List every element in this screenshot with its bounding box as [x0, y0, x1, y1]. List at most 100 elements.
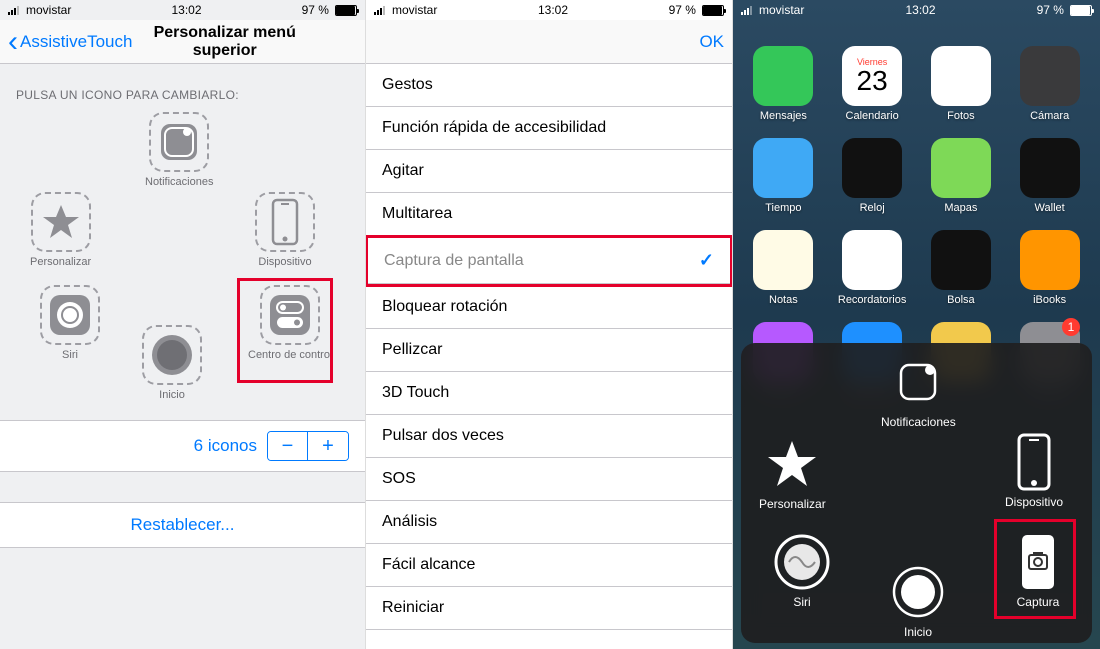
app-label: Tiempo — [741, 202, 826, 214]
ok-button[interactable]: OK — [684, 32, 724, 52]
option-row[interactable]: Bloquear rotación — [366, 286, 732, 329]
grid-item-dispositivo[interactable]: Dispositivo — [255, 192, 315, 268]
app-icon: Viernes23 — [842, 46, 902, 106]
app-icon — [753, 230, 813, 290]
app-label: Mapas — [919, 202, 1004, 214]
app-mensajes[interactable]: Mensajes — [741, 46, 826, 122]
home-screen: movistar 13:02 97 % Mensajes Viernes23 Cal… — [733, 0, 1100, 649]
option-row[interactable]: Fácil alcance — [366, 544, 732, 587]
option-label: Captura de pantalla — [384, 252, 524, 270]
app-icon — [1020, 46, 1080, 106]
battery-icon — [702, 5, 724, 16]
app-icon — [1020, 138, 1080, 198]
highlight-box — [237, 278, 333, 383]
stepper-minus[interactable]: − — [268, 432, 308, 460]
battery-icon — [335, 5, 357, 16]
app-icon — [753, 46, 813, 106]
option-row[interactable]: Análisis — [366, 501, 732, 544]
option-row[interactable]: Reiniciar — [366, 587, 732, 630]
reset-button[interactable]: Restablecer... — [0, 502, 365, 548]
option-label: Función rápida de accesibilidad — [382, 119, 606, 137]
option-row[interactable]: 3D Touch — [366, 372, 732, 415]
icon-count-stepper[interactable]: − + — [267, 431, 349, 461]
stepper-plus[interactable]: + — [308, 432, 348, 460]
settings-customize-menu-screen: movistar 13:02 97 % AssistiveTouch Perso… — [0, 0, 366, 649]
app-label: Notas — [741, 294, 826, 306]
home-app-grid: Mensajes Viernes23 Calendario FotosCámara Ti… — [733, 20, 1100, 398]
device-icon — [1016, 433, 1052, 491]
option-row[interactable]: Gestos — [366, 64, 732, 107]
highlight-box: Captura de pantalla ✓ — [366, 235, 732, 287]
at-item-siri[interactable]: Siri — [771, 531, 833, 609]
checkmark-icon: ✓ — [699, 250, 714, 271]
app-icon — [1020, 230, 1080, 290]
app-icon — [842, 138, 902, 198]
app-tiempo[interactable]: Tiempo — [741, 138, 826, 214]
star-icon — [765, 437, 819, 491]
at-item-personalizar[interactable]: Personalizar — [759, 433, 826, 511]
app-reloj[interactable]: Reloj — [830, 138, 915, 214]
app-wallet[interactable]: Wallet — [1007, 138, 1092, 214]
app-label: Reloj — [830, 202, 915, 214]
option-label: Fácil alcance — [382, 556, 475, 574]
app-fotos[interactable]: Fotos — [919, 46, 1004, 122]
app-recordatorios[interactable]: Recordatorios — [830, 230, 915, 306]
option-row[interactable]: Pellizcar — [366, 329, 732, 372]
app-label: Calendario — [830, 110, 915, 122]
section-header: Pulsa un icono para cambiarlo: — [0, 64, 365, 110]
option-row[interactable]: Función rápida de accesibilidad — [366, 107, 732, 150]
app-icon — [931, 230, 991, 290]
app-icon — [931, 138, 991, 198]
signal-icon — [741, 5, 755, 15]
grid-item-personalizar[interactable]: Personalizar — [30, 192, 91, 268]
option-row[interactable]: Multitarea — [366, 193, 732, 236]
home-icon — [892, 566, 944, 618]
icon-count-row: 6 iconos − + — [0, 420, 365, 472]
option-row[interactable]: SOS — [366, 458, 732, 501]
siri-icon — [48, 293, 92, 337]
option-row[interactable]: Agitar — [366, 150, 732, 193]
icon-grid: Notificaciones Personalizar Dispositivo … — [0, 110, 365, 420]
notifications-icon — [893, 357, 943, 407]
app-notas[interactable]: Notas — [741, 230, 826, 306]
app-label: iBooks — [1007, 294, 1092, 306]
icon-count-label: 6 iconos — [194, 436, 257, 456]
app-cámara[interactable]: Cámara — [1007, 46, 1092, 122]
at-item-dispositivo[interactable]: Dispositivo — [1003, 431, 1065, 509]
device-icon — [270, 198, 300, 246]
option-row[interactable]: Captura de pantalla ✓ — [368, 238, 730, 284]
status-bar: movistar 13:02 97 % — [733, 0, 1100, 20]
badge: 1 — [1062, 318, 1080, 336]
at-item-notifications[interactable]: Notificaciones — [881, 351, 956, 429]
option-label: Reiniciar — [382, 599, 444, 617]
assistivetouch-panel[interactable]: Notificaciones Personalizar Dispositivo … — [741, 343, 1092, 643]
nav-bar: OK — [366, 20, 732, 64]
signal-icon — [374, 5, 388, 15]
app-calendario[interactable]: Viernes23 Calendario — [830, 46, 915, 122]
option-label: Bloquear rotación — [382, 298, 507, 316]
app-bolsa[interactable]: Bolsa — [919, 230, 1004, 306]
status-time: 13:02 — [538, 3, 568, 17]
status-time: 13:02 — [171, 3, 201, 17]
status-bar: movistar 13:02 97 % — [366, 0, 732, 20]
option-label: Agitar — [382, 162, 424, 180]
at-item-inicio[interactable]: Inicio — [887, 561, 949, 639]
app-mapas[interactable]: Mapas — [919, 138, 1004, 214]
option-label: Multitarea — [382, 205, 452, 223]
grid-item-siri[interactable]: Siri — [40, 285, 100, 361]
app-label: Fotos — [919, 110, 1004, 122]
app-icon — [931, 46, 991, 106]
app-icon — [842, 230, 902, 290]
option-label: SOS — [382, 470, 416, 488]
status-time: 13:02 — [905, 3, 935, 17]
app-ibooks[interactable]: iBooks — [1007, 230, 1092, 306]
grid-item-notifications[interactable]: Notificaciones — [145, 112, 213, 188]
grid-item-inicio[interactable]: Inicio — [142, 325, 202, 401]
app-label: Wallet — [1007, 202, 1092, 214]
app-label: Cámara — [1007, 110, 1092, 122]
notifications-icon — [157, 120, 201, 164]
option-row[interactable]: Pulsar dos veces — [366, 415, 732, 458]
back-button[interactable]: AssistiveTouch — [8, 32, 132, 52]
battery-icon — [1070, 5, 1092, 16]
option-label: Pellizcar — [382, 341, 442, 359]
